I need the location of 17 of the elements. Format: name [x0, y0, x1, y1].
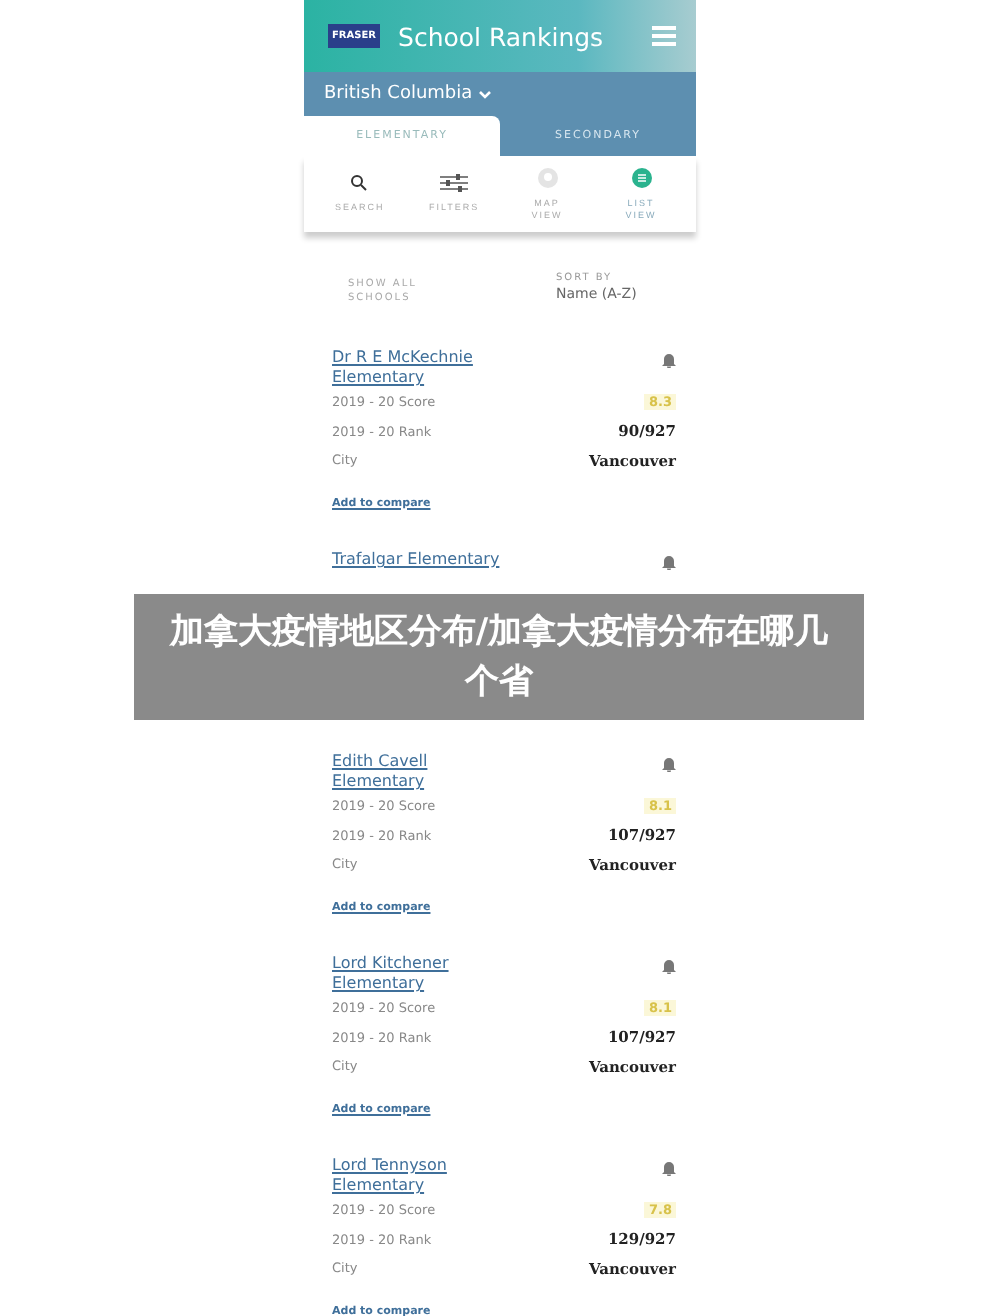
search-icon [350, 174, 368, 192]
bell-icon[interactable] [662, 756, 676, 772]
caption-banner: 加拿大疫情地区分布/加拿大疫情分布在哪几个省 [134, 594, 864, 720]
app-title: School Rankings [398, 21, 606, 51]
school-name-link[interactable]: Lord Tennyson Elementary [332, 1156, 522, 1196]
list-icon [631, 167, 651, 187]
school-name-link[interactable]: Trafalgar Elementary [332, 550, 522, 570]
school-name-link[interactable]: Edith Cavell Elementary [332, 752, 522, 792]
school-name-link[interactable]: Dr R E McKechnie Elementary [332, 348, 522, 388]
school-name-link[interactable]: Lord Kitchener Elementary [332, 954, 522, 994]
chevron-icon [478, 89, 493, 99]
bell-icon[interactable] [662, 352, 676, 368]
bell-icon[interactable] [662, 1160, 676, 1176]
bell-icon[interactable] [662, 958, 676, 974]
region-dropdown[interactable]: British Columbia [324, 84, 493, 104]
bell-icon[interactable] [662, 554, 676, 570]
sliders-icon [439, 174, 467, 192]
